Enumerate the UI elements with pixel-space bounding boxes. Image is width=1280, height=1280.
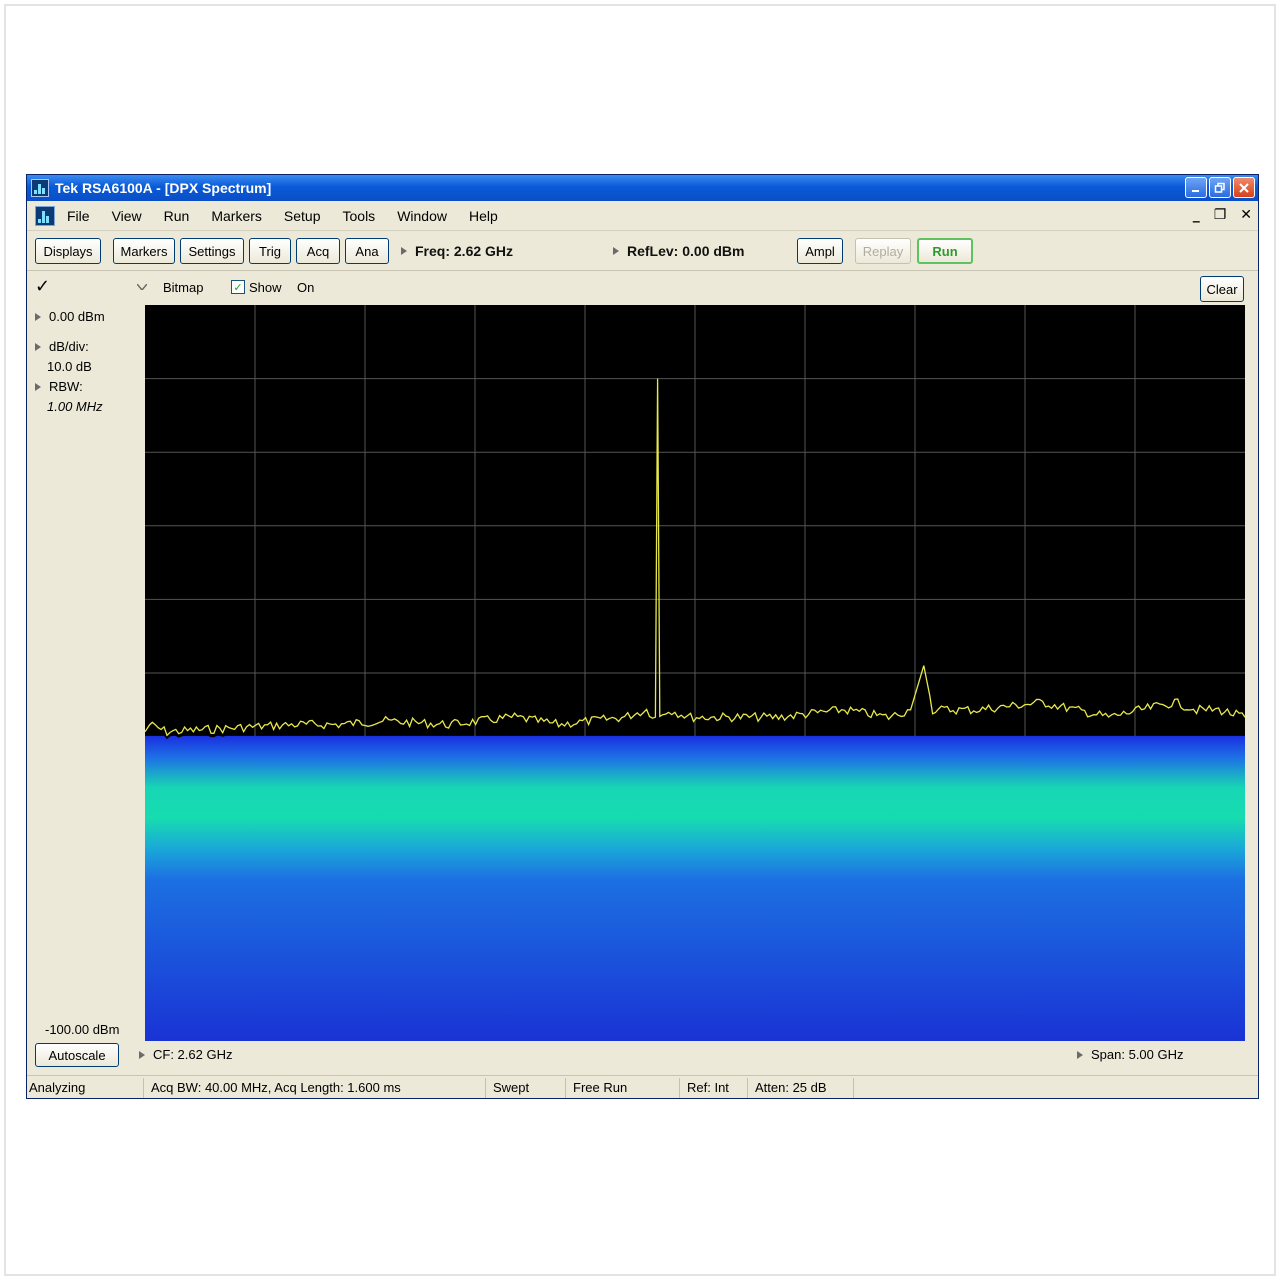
expand-arrow-icon: [613, 247, 619, 255]
rbw-control[interactable]: RBW:: [35, 379, 83, 394]
replay-button[interactable]: Replay: [855, 238, 911, 264]
menu-markers[interactable]: Markers: [211, 208, 262, 224]
show-label: Show: [249, 280, 282, 295]
bottom-level-label: -100.00 dBm: [45, 1022, 120, 1037]
expand-arrow-icon: [35, 342, 41, 351]
expand-arrow-icon: [1077, 1050, 1083, 1059]
status-acq: Acq BW: 40.00 MHz, Acq Length: 1.600 ms: [151, 1080, 401, 1095]
status-ref: Ref: Int: [687, 1080, 729, 1095]
status-bar: Analyzing Acq BW: 40.00 MHz, Acq Length:…: [27, 1075, 1258, 1098]
rbw-label: RBW:: [49, 379, 83, 394]
maximize-button[interactable]: [1209, 177, 1231, 198]
displays-button[interactable]: Displays: [35, 238, 101, 264]
show-checkbox[interactable]: ✓: [231, 280, 245, 294]
db-div-value: 10.0 dB: [47, 359, 92, 374]
span-control[interactable]: Span: 5.00 GHz: [1077, 1047, 1184, 1062]
on-label: On: [297, 280, 315, 295]
spectrum-chart: [145, 305, 1245, 1041]
menu-file[interactable]: File: [67, 208, 90, 224]
menu-window[interactable]: Window: [397, 208, 447, 224]
status-trigger: Free Run: [573, 1080, 628, 1095]
left-panel: 0.00 dBm dB/div: 10.0 dB RBW: 1.00 MHz -…: [27, 305, 145, 1043]
cf-control[interactable]: CF: 2.62 GHz: [139, 1047, 232, 1062]
rbw-value: 1.00 MHz: [47, 399, 103, 414]
status-state: Analyzing: [29, 1080, 86, 1095]
expand-arrow-icon: [139, 1050, 145, 1059]
clear-button[interactable]: Clear: [1200, 276, 1244, 302]
menu-tools[interactable]: Tools: [343, 208, 376, 224]
density-bitmap: [145, 735, 1245, 1041]
status-atten: Atten: 25 dB: [755, 1080, 827, 1095]
expand-arrow-icon: [35, 382, 41, 391]
reflev-control[interactable]: RefLev: 0.00 dBm: [613, 243, 744, 259]
run-button[interactable]: Run: [917, 238, 973, 264]
app-logo-icon: [31, 179, 49, 197]
frequency-info: CF: 2.62 GHz Span: 5.00 GHz: [27, 1045, 1258, 1069]
chevron-down-icon[interactable]: [137, 284, 147, 290]
freq-control[interactable]: Freq: 2.62 GHz: [401, 243, 513, 259]
ampl-button[interactable]: Ampl: [797, 238, 843, 264]
acq-button[interactable]: Acq: [296, 238, 340, 264]
minimize-icon: [1192, 189, 1199, 192]
document-icon[interactable]: [35, 205, 55, 226]
menu-bar: File View Run Markers Setup Tools Window…: [27, 201, 1258, 231]
trace-type-label[interactable]: Bitmap: [163, 280, 203, 295]
freq-readout: Freq: 2.62 GHz: [415, 243, 514, 259]
ref-level-control[interactable]: 0.00 dBm: [35, 309, 105, 324]
markers-button[interactable]: Markers: [113, 238, 175, 264]
ana-button[interactable]: Ana: [345, 238, 389, 264]
reflev-readout: RefLev: 0.00 dBm: [627, 243, 745, 259]
mdi-close-button[interactable]: ✕: [1240, 207, 1252, 223]
mdi-restore-button[interactable]: ❐: [1214, 207, 1227, 223]
spectrum-plot[interactable]: [145, 305, 1245, 1041]
menu-run[interactable]: Run: [164, 208, 190, 224]
expand-arrow-icon: [401, 247, 407, 255]
app-window: Tek RSA6100A - [DPX Spectrum] File View …: [26, 174, 1259, 1099]
menu-view[interactable]: View: [112, 208, 142, 224]
close-button[interactable]: [1233, 177, 1255, 198]
title-bar[interactable]: Tek RSA6100A - [DPX Spectrum]: [27, 175, 1258, 201]
settings-button[interactable]: Settings: [180, 238, 244, 264]
expand-arrow-icon: [35, 312, 41, 321]
trig-button[interactable]: Trig: [249, 238, 291, 264]
close-icon: [1239, 182, 1249, 193]
restore-icon: [1214, 182, 1225, 193]
status-mode: Swept: [493, 1080, 530, 1095]
minimize-button[interactable]: [1185, 177, 1207, 198]
span-readout: Span: 5.00 GHz: [1091, 1047, 1184, 1062]
ref-level-label: 0.00 dBm: [49, 309, 105, 324]
window-title: Tek RSA6100A - [DPX Spectrum]: [55, 180, 272, 196]
db-div-label: dB/div:: [49, 339, 89, 354]
db-div-control[interactable]: dB/div:: [35, 339, 89, 354]
display-header: ✓ Bitmap ✓ Show On Clear: [27, 272, 1258, 304]
trace-select-check[interactable]: ✓: [35, 276, 50, 297]
cf-readout: CF: 2.62 GHz: [153, 1047, 233, 1062]
menu-help[interactable]: Help: [469, 208, 498, 224]
mdi-minimize-button[interactable]: _: [1193, 207, 1200, 223]
toolbar: Displays Markers Settings Trig Acq Ana F…: [27, 231, 1258, 271]
menu-setup[interactable]: Setup: [284, 208, 321, 224]
